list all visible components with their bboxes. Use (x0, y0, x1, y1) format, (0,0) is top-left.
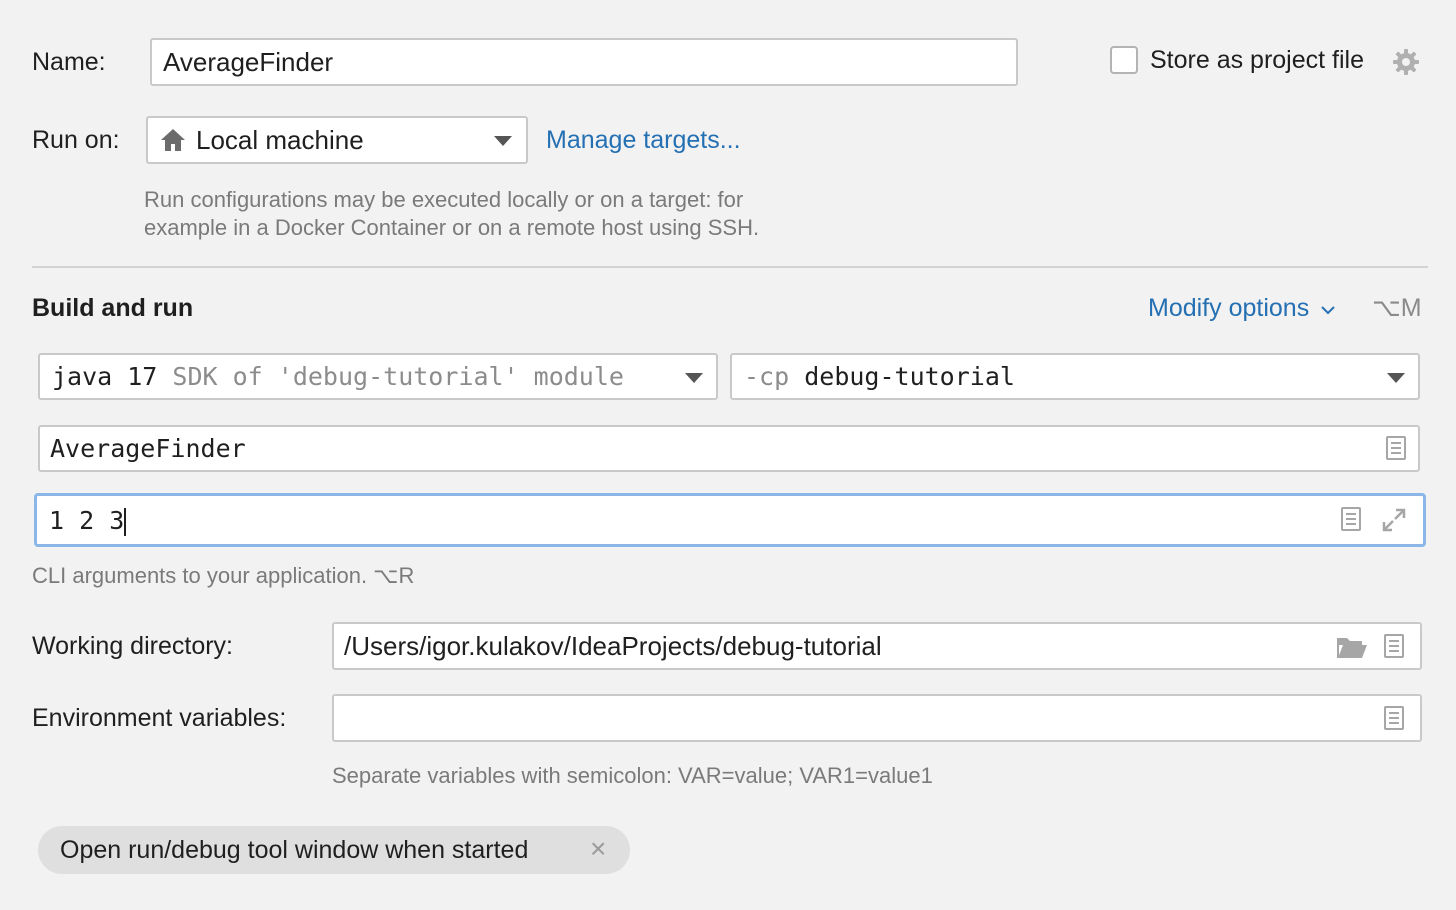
manage-targets-link[interactable]: Manage targets... (546, 125, 741, 155)
modify-options-shortcut: ⌥M (1372, 294, 1422, 322)
text-cursor (124, 508, 127, 536)
section-divider (32, 266, 1428, 268)
environment-variables-input[interactable] (332, 694, 1422, 742)
program-arguments-input[interactable]: 1 2 3 (34, 493, 1426, 547)
home-icon (160, 128, 186, 152)
document-icon[interactable] (1341, 507, 1361, 531)
modify-options-label: Modify options (1148, 294, 1310, 322)
build-and-run-title: Build and run (32, 294, 194, 322)
document-icon[interactable] (1384, 634, 1404, 658)
jdk-dropdown[interactable]: java 17 SDK of 'debug-tutorial' module (38, 353, 718, 400)
gear-icon[interactable] (1392, 48, 1420, 76)
jdk-value: java 17 SDK of 'debug-tutorial' module (52, 362, 624, 392)
jdk-detail: SDK of 'debug-tutorial' module (172, 362, 624, 391)
jdk-version: java 17 (52, 362, 158, 391)
run-on-value: Local machine (196, 125, 364, 155)
expand-icon[interactable] (1381, 507, 1407, 533)
chevron-down-icon (685, 373, 703, 383)
chevron-down-icon (1321, 306, 1335, 315)
working-directory-label: Working directory: (32, 632, 233, 660)
name-label: Name: (32, 48, 106, 76)
classpath-value: -cp debug-tutorial (744, 362, 1015, 392)
run-on-hint-line-2: example in a Docker Container or on a re… (144, 215, 760, 240)
program-arguments-hint: CLI arguments to your application. ⌥R (32, 563, 415, 588)
option-chip-open-tool-window[interactable]: Open run/debug tool window when started … (38, 826, 630, 874)
run-on-hint-line-1: Run configurations may be executed local… (144, 187, 744, 212)
chevron-down-icon (1387, 373, 1405, 383)
chevron-down-icon (494, 136, 512, 146)
store-as-project-file-checkbox[interactable] (1110, 46, 1138, 74)
main-class-value: AverageFinder (50, 434, 246, 463)
run-on-dropdown[interactable]: Local machine (146, 116, 528, 164)
document-icon[interactable] (1386, 436, 1406, 460)
working-directory-input[interactable]: /Users/igor.kulakov/IdeaProjects/debug-t… (332, 622, 1422, 670)
name-input-value: AverageFinder (163, 47, 334, 77)
store-as-project-file-label[interactable]: Store as project file (1150, 45, 1364, 75)
program-arguments-text: 1 2 3 (49, 506, 125, 535)
close-icon[interactable]: × (590, 834, 606, 864)
modify-options-link[interactable]: Modify options (1148, 293, 1336, 323)
classpath-module: debug-tutorial (804, 362, 1015, 391)
classpath-prefix: -cp (744, 362, 790, 391)
document-icon[interactable] (1384, 706, 1404, 730)
name-input[interactable]: AverageFinder (150, 38, 1018, 86)
folder-icon[interactable] (1336, 634, 1368, 660)
option-chip-label: Open run/debug tool window when started (60, 836, 529, 864)
environment-variables-hint: Separate variables with semicolon: VAR=v… (332, 763, 933, 788)
environment-variables-label: Environment variables: (32, 704, 287, 732)
main-class-input[interactable]: AverageFinder (38, 425, 1420, 472)
working-directory-value: /Users/igor.kulakov/IdeaProjects/debug-t… (344, 631, 882, 661)
program-arguments-value: 1 2 3 (49, 506, 127, 536)
classpath-dropdown[interactable]: -cp debug-tutorial (730, 353, 1420, 400)
run-on-label: Run on: (32, 126, 120, 154)
